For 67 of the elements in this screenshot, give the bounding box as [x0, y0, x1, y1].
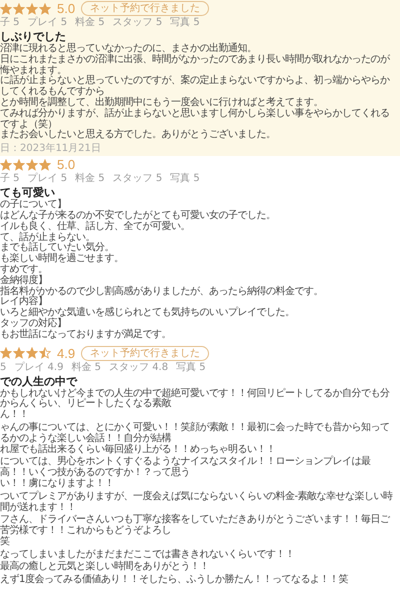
review-text: に話が止まらないと思っていたのですが、案の定止まらないですからよ、初っ端からやらかしてくれるもんですから: [0, 76, 391, 98]
star-icon: [39, 158, 51, 171]
visit-date: 日：2023年11月21日: [0, 143, 102, 154]
sub-rating: プレイ 5: [28, 17, 68, 29]
review-text: については、男心をホントくすぐるようなナイスなスタイル！！ローションプレイは最高！！いくつ技があるのですか！？って思う: [0, 457, 372, 478]
review-text: の子について】: [0, 200, 68, 210]
review-text: 最高の癒しと元気と楽しい時間をありがとう！！: [0, 562, 210, 574]
sub-rating: スタッフ 5: [112, 17, 162, 29]
review-text: レイ内容】: [0, 297, 48, 308]
review-text: て、話が止まらない。: [0, 232, 95, 243]
star-icon: [26, 2, 38, 14]
review-text: はどんな子が来るのか不安でしたがとても可愛い女の子でした。: [0, 210, 276, 221]
review-title: ても可愛い: [0, 187, 56, 200]
sub-rating: 写真 5: [170, 17, 200, 29]
review-text: イルも良く、仕草、話し方、全てが可愛い。: [0, 222, 191, 232]
review-text: 笑: [0, 536, 10, 548]
rating-score: 5.0: [57, 1, 76, 16]
review-text: えず1度会ってみる価値あり！！そしたら、ふうしか勝たん！！ってなるよ！！笑: [0, 575, 349, 586]
review-text: タッフの対応】: [0, 318, 68, 329]
booking-badge: ネット予約で行きました: [81, 1, 210, 16]
sub-rating: プレイ 5: [28, 173, 68, 186]
review-text: れ屋でも話出来るくらい毎回盛り上がる！！めっちゃ明るい！！: [0, 444, 276, 456]
review-text: い！！虜になりますよ！！: [0, 478, 115, 490]
review-text: なってしまいましたがまだまだここでは書ききれないくらいです！！: [0, 550, 296, 560]
review-text: ゃんの事については、とにかく可愛い！！笑顔が素敵！！最初に会った時でも昔から知ってるかのような楽しい会話！！自分が結構: [0, 422, 390, 444]
review-title: での人生の中で: [0, 376, 78, 388]
sub-rating: 料金 5: [75, 173, 105, 186]
rating-score: 4.9: [57, 346, 76, 361]
review-text: すめです。: [0, 264, 48, 275]
booking-badge: ネット予約で行きました: [81, 346, 210, 361]
star-icon: [13, 347, 25, 360]
sub-rating: 料金 5: [71, 362, 102, 374]
sub-rating: 子 5: [0, 173, 20, 186]
review-text: かもしれないけど今までの人生の中で超絶可愛いです！！何回リピートしてるか自分でも分からんくらい、リピートしたくなる素敵: [0, 388, 390, 410]
review-text: ついてプレミアがありますが、一度会えば気にならないくらいの料金-素敵な幸せな楽しい時間が送れます！！: [0, 492, 394, 514]
review-text: 指名料がかかるので少し割高感がありましたが、あったら納得の料金です。: [0, 286, 324, 297]
sub-rating: 写真 5: [170, 173, 200, 186]
review-text: 沼津に現れると思っていなかったのに、まさかの出勤通知。: [0, 44, 258, 54]
review-text: も楽しい時間を過ごせます。: [0, 254, 124, 264]
review-text: 日にこれまたまさかの沼津に出張、時間がなかったのであまり長い時間が取れなかったのが悔やまれます。: [0, 54, 391, 76]
review-title: しぶりでした: [0, 31, 67, 43]
star-icon: [26, 347, 38, 360]
star-icon: [26, 158, 38, 171]
sub-rating: スタッフ 5: [112, 173, 162, 186]
review-text: とか時間を調整して、出勤期間中にもう一度会いに行ければと考えてます。: [0, 98, 324, 108]
star-icon: [0, 347, 12, 360]
half-star-icon: [39, 347, 51, 360]
star-icon: [13, 158, 25, 171]
sub-rating: 子 5: [0, 17, 20, 29]
sub-rating: プレイ 4.9: [14, 362, 64, 374]
review-text: ん！！: [0, 410, 30, 421]
review-text: またお会いしたいと思える方でした。ありがとうございました。: [0, 130, 276, 142]
star-icon: [13, 2, 25, 14]
star-icon: [0, 158, 12, 171]
review-text: 金納得度】: [0, 276, 48, 286]
sub-rating: 5: [0, 362, 6, 374]
review-text: いろと細やかな気遣いを感じられとても気持ちのいいプレイでした。: [0, 308, 296, 318]
review-text: フさん、ドライバーさんいつも丁寧な接客をしていただきありがとうございます！！毎日ご苦労様です！！これからもどうぞよろし: [0, 515, 391, 536]
sub-rating: 料金 5: [75, 17, 105, 29]
review-text: までも話していたい気分。: [0, 243, 115, 254]
review-text: てみれば分かりますが、話が止まらないと思いますし何かしら楽しい事をやらかしてくれるですよ（笑）: [0, 108, 390, 130]
sub-rating: 写真 5: [176, 362, 206, 374]
sub-rating: スタッフ 4.8: [109, 362, 168, 374]
review-text: もお世話になっておりますが満足です。: [0, 330, 172, 341]
star-icon: [39, 2, 51, 14]
star-icon: [0, 2, 12, 14]
rating-score: 5.0: [57, 157, 76, 172]
